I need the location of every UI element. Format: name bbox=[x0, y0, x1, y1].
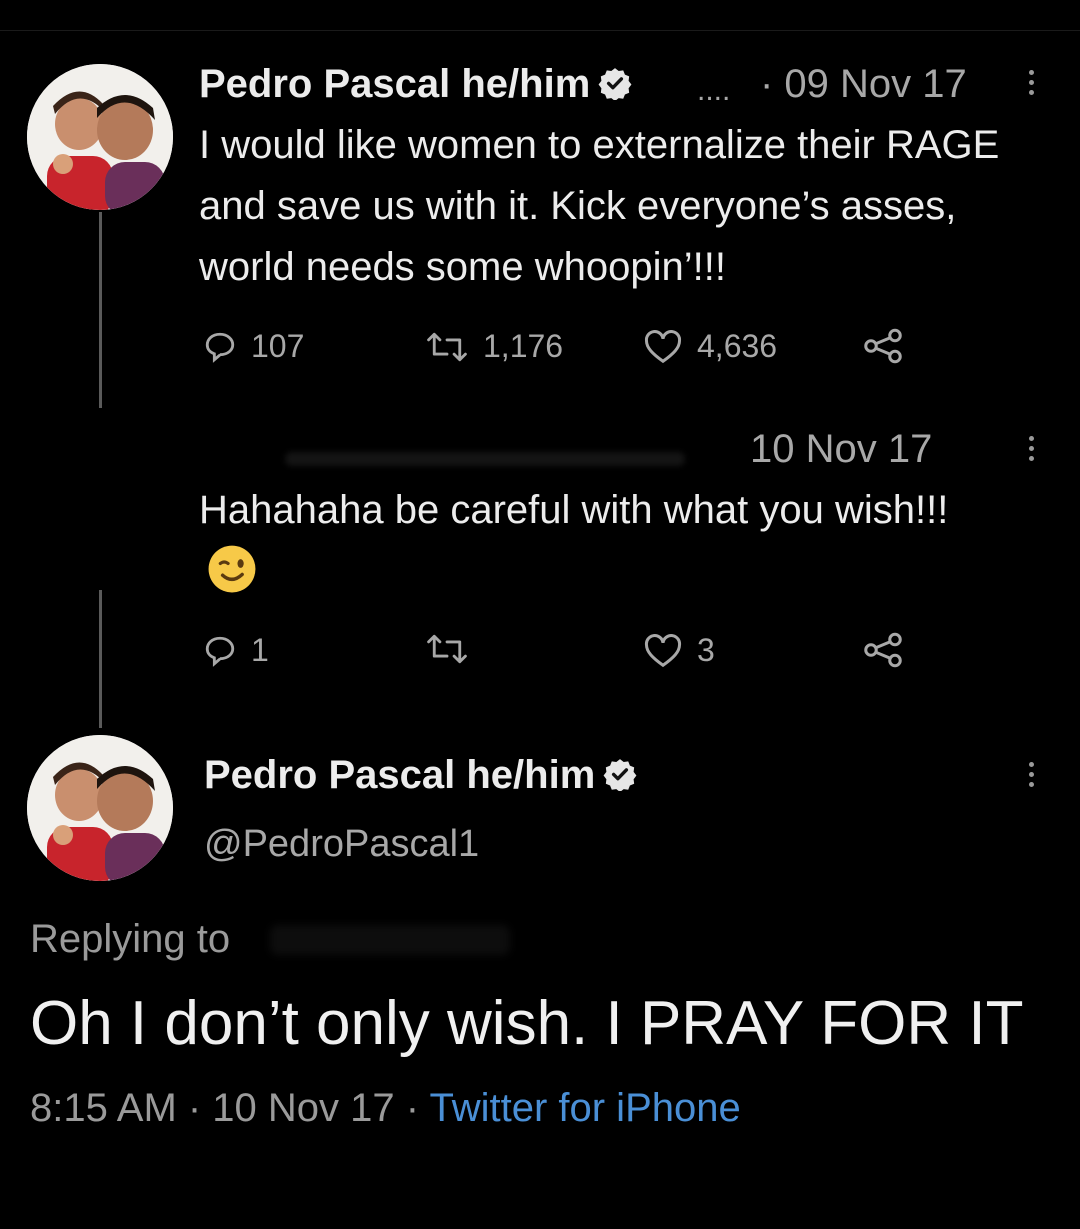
share-button[interactable] bbox=[862, 632, 904, 668]
top-divider bbox=[0, 30, 1080, 31]
avatar[interactable] bbox=[27, 735, 173, 881]
more-icon[interactable] bbox=[1029, 762, 1035, 792]
retweet-button[interactable] bbox=[425, 632, 483, 666]
thread-line bbox=[99, 212, 102, 408]
avatar-photo bbox=[27, 64, 173, 210]
main-tweet-text: Oh I don’t only wish. I PRAY FOR IT bbox=[30, 989, 1024, 1058]
more-icon[interactable] bbox=[1029, 436, 1035, 466]
tweet-text: I would like women to externalize their … bbox=[199, 123, 1000, 289]
like-icon bbox=[644, 329, 682, 363]
share-icon bbox=[864, 632, 902, 668]
thread-line bbox=[99, 590, 102, 728]
obscured-reply-target bbox=[270, 925, 510, 955]
share-button[interactable] bbox=[862, 328, 904, 364]
like-button[interactable]: 3 bbox=[643, 632, 715, 669]
avatar[interactable] bbox=[27, 64, 173, 210]
tweet-text: Hahahaha be careful with what you wish!!… bbox=[199, 480, 999, 602]
retweet-icon bbox=[427, 634, 467, 664]
like-count: 3 bbox=[697, 632, 715, 668]
verified-badge-icon bbox=[603, 759, 637, 791]
tweet-date[interactable]: 10 Nov 17 bbox=[750, 427, 932, 472]
retweet-count: 1,176 bbox=[483, 328, 564, 364]
verified-badge-icon bbox=[598, 68, 632, 100]
tweet-date[interactable]: · 09 Nov 17 bbox=[760, 62, 967, 107]
obscured-author bbox=[285, 452, 685, 466]
tweet-timestamp: 8:15 AM · 10 Nov 17 · bbox=[30, 1086, 430, 1130]
reply-icon bbox=[205, 636, 235, 667]
tweet-text-content: Hahahaha be careful with what you wish!!… bbox=[199, 488, 949, 532]
reply-count: 1 bbox=[251, 632, 269, 668]
author-handle[interactable]: @PedroPascal1 bbox=[204, 823, 479, 866]
tweet-meta: 8:15 AM · 10 Nov 17 · Twitter for iPhone bbox=[30, 1086, 741, 1131]
avatar-photo bbox=[27, 735, 173, 881]
reply-button[interactable]: 1 bbox=[203, 632, 269, 669]
author-name[interactable]: Pedro Pascal he/him bbox=[204, 753, 637, 798]
replying-to-label: Replying to bbox=[30, 917, 231, 961]
retweet-button[interactable]: 1,176 bbox=[425, 328, 563, 365]
more-icon[interactable] bbox=[1029, 70, 1035, 100]
name-ellipsis: .... bbox=[697, 74, 731, 107]
winking-face-emoji bbox=[208, 545, 256, 593]
like-count: 4,636 bbox=[697, 328, 778, 364]
tweet-source-link[interactable]: Twitter for iPhone bbox=[429, 1086, 740, 1130]
like-icon bbox=[644, 633, 682, 667]
author-name-text: Pedro Pascal he/him bbox=[204, 753, 596, 797]
reply-count: 107 bbox=[251, 328, 305, 364]
retweet-icon bbox=[427, 332, 467, 361]
author-name-text: Pedro Pascal he/him bbox=[199, 62, 591, 106]
author-name[interactable]: Pedro Pascal he/him bbox=[199, 62, 632, 107]
reply-button[interactable]: 107 bbox=[203, 328, 304, 365]
reply-icon bbox=[205, 332, 235, 363]
share-icon bbox=[864, 328, 902, 364]
like-button[interactable]: 4,636 bbox=[643, 328, 777, 365]
